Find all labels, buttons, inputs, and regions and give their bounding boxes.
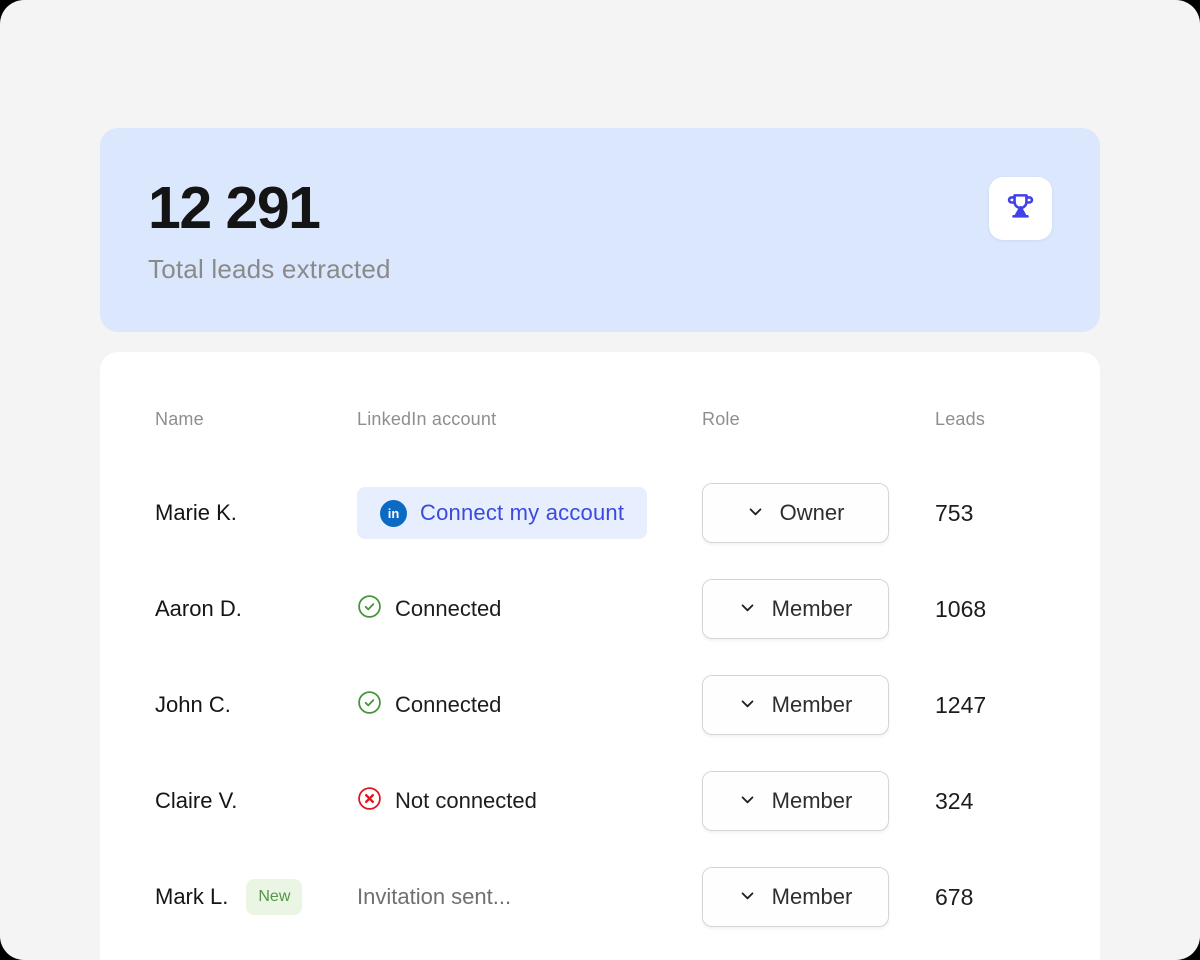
role-value: Member [772, 692, 853, 718]
member-name-with-badge: Mark L. New [155, 879, 357, 915]
table-row: Claire V. Not connected Member [155, 753, 1060, 849]
table-header-row: Name LinkedIn account Role Leads [155, 409, 1060, 430]
chevron-down-icon [739, 692, 756, 718]
leads-value: 324 [935, 788, 1060, 815]
check-circle-icon [357, 594, 382, 625]
table-row: Marie K. in Connect my account Owner [155, 465, 1060, 561]
total-leads-label: Total leads extracted [148, 254, 1052, 285]
role-dropdown[interactable]: Member [702, 675, 889, 735]
role-dropdown[interactable]: Member [702, 579, 889, 639]
new-badge: New [246, 879, 302, 915]
column-header-role: Role [702, 409, 935, 430]
table-body: Marie K. in Connect my account Owner [155, 465, 1060, 945]
x-circle-icon [357, 786, 382, 817]
connection-status: Not connected [357, 786, 537, 817]
leads-value: 753 [935, 500, 1060, 527]
role-dropdown[interactable]: Member [702, 771, 889, 831]
role-value: Member [772, 788, 853, 814]
role-cell: Member [702, 771, 935, 831]
chevron-down-icon [739, 788, 756, 814]
stats-card: 12 291 Total leads extracted [100, 128, 1100, 332]
member-name: Aaron D. [155, 596, 357, 622]
linkedin-account-cell: Not connected [357, 786, 702, 817]
role-cell: Member [702, 675, 935, 735]
role-value: Member [772, 884, 853, 910]
linkedin-account-cell: Invitation sent... [357, 884, 702, 910]
leads-value: 1068 [935, 596, 1060, 623]
leads-value: 678 [935, 884, 1060, 911]
status-label: Not connected [395, 788, 537, 814]
member-name: Marie K. [155, 500, 357, 526]
total-leads-value: 12 291 [148, 178, 1052, 240]
column-header-linkedin-account: LinkedIn account [357, 409, 702, 430]
role-dropdown[interactable]: Member [702, 867, 889, 927]
team-table-card: Name LinkedIn account Role Leads Marie K… [100, 352, 1100, 960]
chevron-down-icon [739, 884, 756, 910]
role-dropdown[interactable]: Owner [702, 483, 889, 543]
connect-account-label: Connect my account [420, 500, 624, 526]
table-row: Mark L. New Invitation sent... Member 67… [155, 849, 1060, 945]
role-cell: Owner [702, 483, 935, 543]
check-circle-icon [357, 690, 382, 721]
chevron-down-icon [739, 596, 756, 622]
role-value: Owner [780, 500, 845, 526]
column-header-leads: Leads [935, 409, 1060, 430]
member-name: Claire V. [155, 788, 357, 814]
table-row: Aaron D. Connected Member [155, 561, 1060, 657]
member-name: Mark L. [155, 884, 228, 910]
linkedin-account-cell: in Connect my account [357, 487, 702, 539]
member-name: John C. [155, 692, 357, 718]
linkedin-account-cell: Connected [357, 690, 702, 721]
connection-status: Connected [357, 594, 501, 625]
status-label: Connected [395, 596, 501, 622]
trophy-tile [989, 177, 1052, 240]
status-label: Connected [395, 692, 501, 718]
connection-status: Connected [357, 690, 501, 721]
app-screen: 12 291 Total leads extracted Name Linked… [0, 0, 1200, 960]
role-cell: Member [702, 867, 935, 927]
linkedin-account-cell: Connected [357, 594, 702, 625]
status-label: Invitation sent... [357, 884, 511, 909]
column-header-name: Name [155, 409, 357, 430]
role-cell: Member [702, 579, 935, 639]
chevron-down-icon [747, 500, 764, 526]
leads-value: 1247 [935, 692, 1060, 719]
linkedin-icon: in [380, 500, 407, 527]
connect-account-button[interactable]: in Connect my account [357, 487, 647, 539]
table-row: John C. Connected Member [155, 657, 1060, 753]
trophy-icon [1005, 191, 1036, 227]
role-value: Member [772, 596, 853, 622]
